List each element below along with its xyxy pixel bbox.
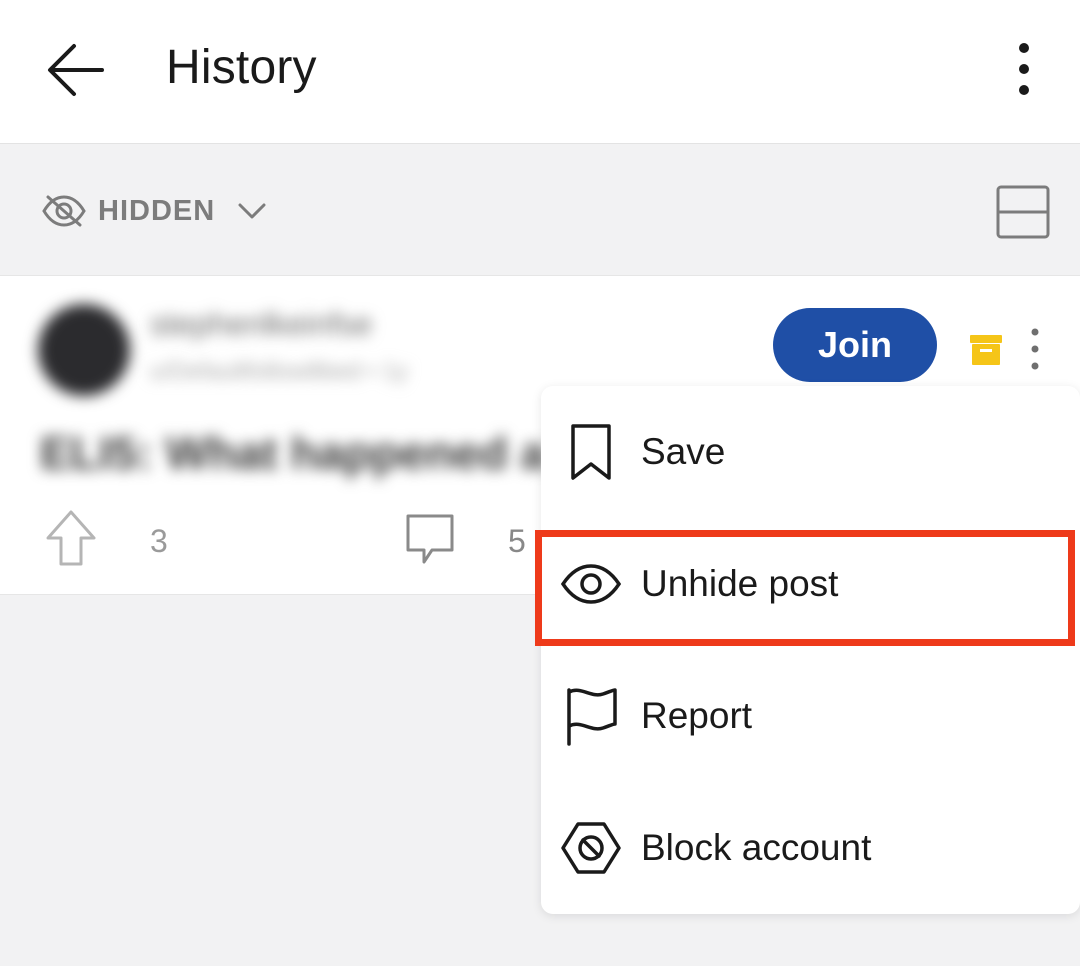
menu-item-unhide-post[interactable]: Unhide post: [541, 518, 1080, 650]
back-button[interactable]: [38, 32, 114, 108]
author-name[interactable]: stephenlkeinfse: [150, 306, 372, 343]
card-layout-icon: [996, 185, 1050, 239]
post-title[interactable]: ELI5: What happened a: [40, 426, 546, 480]
author-meta: u/Defaultfollow8bed • 1y: [150, 358, 408, 385]
page-title: History: [166, 41, 317, 94]
menu-item-block-account[interactable]: Block account: [541, 782, 1080, 914]
eye-icon: [561, 564, 621, 604]
block-icon: [561, 822, 621, 874]
layout-toggle-button[interactable]: [994, 183, 1052, 241]
vertical-dots-icon: [1019, 43, 1029, 95]
filter-bar: HIDDEN: [0, 145, 1080, 275]
avatar[interactable]: [38, 304, 130, 396]
menu-item-report[interactable]: Report: [541, 650, 1080, 782]
menu-item-save[interactable]: Save: [541, 386, 1080, 518]
upvote-button[interactable]: [44, 508, 98, 570]
menu-item-label: Save: [641, 431, 726, 472]
arrow-left-icon: [48, 44, 104, 96]
comment-count: 5: [508, 523, 526, 559]
vote-count: 3: [150, 523, 168, 559]
comment-button[interactable]: [402, 510, 458, 568]
filter-dropdown[interactable]: HIDDEN: [40, 189, 267, 233]
join-button[interactable]: Join: [773, 308, 937, 382]
screen: History HIDDEN stephenlkeinfse u/Default…: [0, 0, 1080, 966]
chevron-down-icon: [238, 203, 266, 219]
archive-icon: [970, 335, 1002, 365]
bookmark-icon: [571, 424, 611, 480]
more-options-button[interactable]: [996, 36, 1052, 104]
flag-icon: [567, 688, 617, 746]
upvote-arrow-icon: [46, 510, 96, 566]
app-bar: History: [0, 0, 1080, 144]
post-options-menu: Save Unhide post Report Block account: [541, 386, 1080, 914]
filter-label: HIDDEN: [98, 194, 216, 227]
vertical-dots-icon: [1031, 328, 1039, 370]
comment-bubble-icon: [406, 514, 454, 564]
menu-item-label: Block account: [641, 827, 872, 868]
eye-off-icon: [42, 195, 86, 227]
post-options-button[interactable]: [1020, 322, 1050, 376]
menu-item-label: Unhide post: [641, 563, 839, 604]
menu-item-label: Report: [641, 695, 753, 736]
